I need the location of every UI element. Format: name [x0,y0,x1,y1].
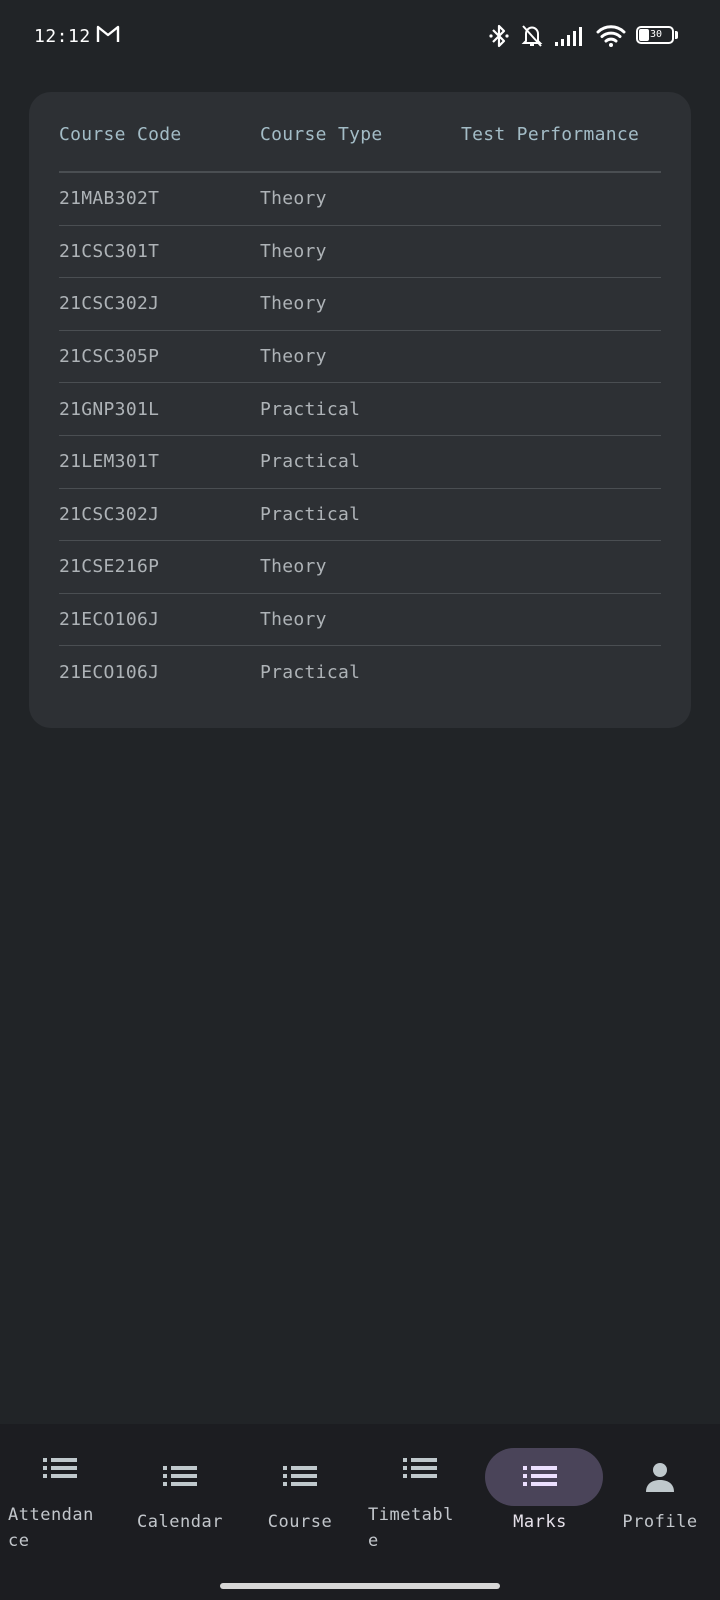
nav-label: Attendan ce [0,1502,120,1554]
course-code-cell: 21MAB302T [59,188,160,210]
table-row[interactable]: 21LEM301T Practical [59,436,661,489]
table-row[interactable]: 21CSC301T Theory [59,226,661,279]
gmail-icon [96,24,120,44]
table-row[interactable]: 21ECO106J Practical [59,646,661,699]
course-code-cell: 21CSC302J [59,503,160,525]
nav-label-line: e [368,1531,379,1551]
nav-item-attendan[interactable]: Attendan ce [0,1424,120,1574]
nav-label: Course [267,1512,333,1532]
status-bar: 12:12 30 [0,0,720,76]
course-type-cell: Theory [260,240,327,262]
list-icon [283,1464,317,1492]
course-type-cell: Theory [260,188,327,210]
course-code-cell: 21CSC305P [59,346,160,368]
table-body: 21MAB302T Theory 21CSC301T Theory 21CSC302J T… [59,173,661,699]
list-icon [163,1464,197,1492]
wifi-icon [596,24,626,48]
status-icons: 30 [488,20,680,52]
table-row[interactable]: 21ECO106J Theory [59,594,661,647]
nav-label-line: ce [8,1531,30,1551]
nav-label: Calendar [137,1512,223,1532]
course-code-cell: 21CSC301T [59,240,160,262]
course-code-cell: 21ECO106J [59,662,160,684]
nav-label-line: Timetabl [368,1505,454,1525]
signal-icon [554,25,586,47]
course-type-cell: Practical [260,451,361,473]
nav-label: Marks [513,1512,567,1532]
marks-card: Course Code Course Type Test Performance… [29,92,691,728]
table-row[interactable]: 21CSC302J Practical [59,489,661,542]
list-icon [403,1456,437,1484]
nav-label: Timetabl e [360,1502,480,1554]
course-type-cell: Practical [260,398,361,420]
nav-item-profile[interactable]: Profile [600,1424,720,1574]
table-row[interactable]: 21GNP301L Practical [59,383,661,436]
status-time: 12:12 [34,26,91,47]
header-course-code: Course Code [59,124,182,145]
header-course-type: Course Type [260,124,383,145]
bluetooth-icon [488,23,510,49]
nav-item-timetabl[interactable]: Timetabl e [360,1424,480,1574]
course-type-cell: Theory [260,293,327,315]
battery-level: 30 [650,29,663,40]
table-row[interactable]: 21MAB302T Theory [59,173,661,226]
course-type-cell: Practical [260,503,361,525]
bell-off-icon [520,23,544,49]
list-icon [523,1464,557,1492]
list-icon [43,1456,77,1484]
home-indicator[interactable] [220,1583,500,1589]
table-row[interactable]: 21CSC305P Theory [59,331,661,384]
course-code-cell: 21CSC302J [59,293,160,315]
header-test-performance: Test Performance [461,124,640,145]
person-icon [643,1460,677,1498]
bottom-navigation: Attendan ce Calendar Course Timetabl e Marks Pr… [0,1424,720,1600]
nav-item-calendar[interactable]: Calendar [120,1424,240,1574]
nav-label: Profile [622,1512,698,1532]
course-code-cell: 21CSE216P [59,556,160,578]
table-header: Course Code Course Type Test Performance [59,92,661,173]
nav-item-marks[interactable]: Marks [480,1424,600,1574]
course-code-cell: 21LEM301T [59,451,160,473]
table-row[interactable]: 21CSC302J Theory [59,278,661,331]
nav-item-course[interactable]: Course [240,1424,360,1574]
nav-label-line: Attendan [8,1505,94,1525]
course-type-cell: Practical [260,662,361,684]
table-row[interactable]: 21CSE216P Theory [59,541,661,594]
battery-icon: 30 [636,26,680,46]
course-type-cell: Theory [260,609,327,631]
course-code-cell: 21ECO106J [59,609,160,631]
course-type-cell: Theory [260,346,327,368]
course-code-cell: 21GNP301L [59,398,160,420]
course-type-cell: Theory [260,556,327,578]
